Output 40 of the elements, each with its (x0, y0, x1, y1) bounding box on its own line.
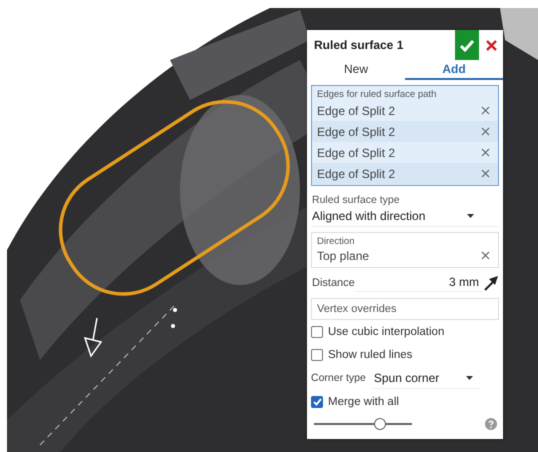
checkmark-icon[interactable] (459, 38, 475, 52)
tab[interactable]: Add (405, 60, 503, 80)
dialog-title: Ruled surface 1 (313, 38, 404, 52)
field-label: Edges for ruled surface path (316, 88, 438, 100)
tab[interactable]: New (307, 60, 405, 80)
checkbox[interactable] (311, 348, 323, 360)
checkbox-label: Show ruled lines (328, 348, 412, 360)
remove-icon[interactable] (481, 148, 490, 157)
field-label: Direction (316, 235, 356, 247)
direction-field[interactable]: Direction Top plane (311, 232, 499, 268)
surface-type-dropdown[interactable]: Aligned with direction (311, 206, 499, 227)
confirm-button[interactable] (455, 30, 479, 60)
distance-field[interactable]: 3 mm (354, 273, 483, 292)
field-value: 3 mm (449, 275, 479, 289)
close-icon[interactable] (486, 40, 496, 50)
caret-icon[interactable] (464, 374, 474, 380)
help-icon[interactable] (485, 418, 497, 430)
remove-icon[interactable] (481, 169, 490, 178)
field-label: Distance (311, 276, 355, 288)
checkbox-label: Merge with all (328, 396, 399, 408)
caret-icon[interactable] (466, 213, 475, 219)
corner-type-dropdown[interactable]: Spun corner (372, 368, 480, 388)
vertex-overrides-field[interactable]: Vertex overrides (311, 298, 499, 320)
flip-arrow-icon[interactable] (483, 274, 499, 290)
list-item[interactable]: Edge of Split 2 (317, 146, 396, 160)
slider-thumb[interactable] (374, 418, 386, 430)
remove-icon[interactable] (481, 106, 490, 115)
remove-icon[interactable] (481, 251, 490, 260)
field-value: Top plane (317, 248, 370, 262)
dropdown-value: Spun corner (374, 370, 440, 384)
cancel-button[interactable] (479, 30, 503, 60)
checkbox-label: Use cubic interpolation (328, 326, 444, 338)
arrow-icon (84, 318, 102, 358)
field-label: Corner type (311, 372, 366, 384)
dropdown-value: Aligned with direction (312, 209, 426, 223)
field-label: Ruled surface type (311, 194, 401, 206)
checkbox[interactable] (311, 326, 323, 338)
list-item[interactable]: Edge of Split 2 (317, 104, 396, 118)
remove-icon[interactable] (481, 127, 490, 136)
edge-selection-field[interactable]: Edges for ruled surface path Edge of Split 2 Edge of Split 2 Edge of Split 2 Edge of Split 2 (311, 85, 499, 186)
